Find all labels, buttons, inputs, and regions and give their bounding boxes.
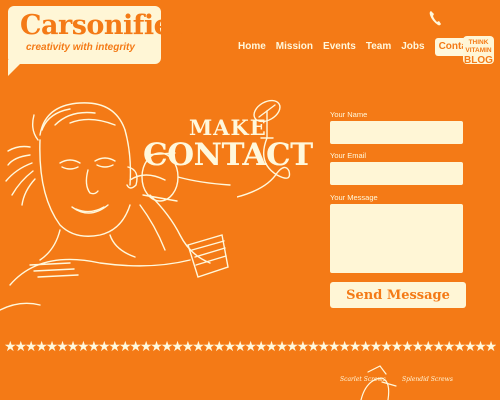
- name-label: Your Name: [330, 110, 368, 119]
- main-nav: Home Mission Events Team Jobs Contact: [238, 38, 486, 56]
- logo-speech-tail: [8, 60, 24, 76]
- name-input[interactable]: [330, 121, 463, 144]
- star-divider: ★★★★★★★★★★★★★★★★★★★★★★★★★★★★★★★★★★★★★★★★…: [4, 338, 496, 354]
- satellite-dish-icon: [237, 99, 291, 198]
- message-textarea[interactable]: [330, 204, 463, 273]
- logo-wordmark[interactable]: Carsonified: [20, 11, 189, 41]
- phone-icon: [429, 11, 441, 26]
- footer-script-left: Scarlet Screws: [340, 376, 386, 383]
- footer-script-right: Splendid Screws: [402, 376, 453, 383]
- nav-team[interactable]: Team: [366, 40, 391, 54]
- contact-form: Your Name Your Email Your Message: [330, 110, 466, 273]
- nav-home[interactable]: Home: [238, 40, 266, 54]
- message-label: Your Message: [330, 193, 378, 202]
- email-label: Your Email: [330, 151, 366, 160]
- badge-line-2: VITAMIN: [465, 47, 492, 54]
- badge-line-1: THINK: [468, 39, 489, 46]
- badge-line-3: BLOG: [464, 55, 493, 66]
- logo-tagline: creativity with integrity: [26, 42, 135, 53]
- nav-mission[interactable]: Mission: [276, 40, 313, 54]
- send-message-button[interactable]: Send Message: [330, 282, 466, 308]
- think-vitamin-blog-badge[interactable]: THINK VITAMIN BLOG: [463, 36, 494, 66]
- nav-jobs[interactable]: Jobs: [401, 40, 424, 54]
- nav-events[interactable]: Events: [323, 40, 356, 54]
- email-input[interactable]: [330, 162, 463, 185]
